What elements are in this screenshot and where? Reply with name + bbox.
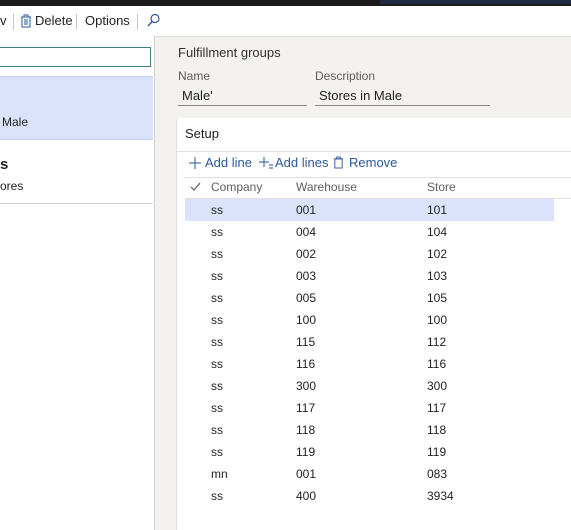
cell-company[interactable]: ss bbox=[211, 203, 223, 217]
toolbar-separator bbox=[137, 14, 138, 30]
action-pane: v Delete Options bbox=[0, 6, 571, 37]
cell-company[interactable]: ss bbox=[211, 225, 223, 239]
cell-company[interactable]: ss bbox=[211, 445, 223, 459]
add-line-label: Add line bbox=[205, 155, 252, 170]
delete-label: Delete bbox=[35, 13, 73, 28]
list-item-subtitle: ores bbox=[0, 179, 24, 193]
cell-store[interactable]: 117 bbox=[427, 401, 446, 415]
table-row[interactable]: ss 115 112 bbox=[185, 331, 554, 353]
table-row[interactable]: ss 119 119 bbox=[185, 441, 554, 463]
description-label: Description bbox=[315, 69, 376, 83]
grid-header: Company Warehouse Store bbox=[185, 177, 571, 199]
cell-warehouse[interactable]: 400 bbox=[296, 489, 316, 503]
list-filter-input[interactable] bbox=[0, 47, 151, 67]
cell-store[interactable]: 103 bbox=[427, 269, 447, 283]
trash-icon bbox=[333, 156, 344, 169]
list-item-title: s bbox=[0, 156, 9, 173]
cell-warehouse[interactable]: 005 bbox=[296, 291, 316, 305]
cell-warehouse[interactable]: 001 bbox=[296, 203, 316, 217]
toolbar-separator bbox=[76, 14, 77, 30]
cell-warehouse[interactable]: 001 bbox=[296, 467, 316, 481]
table-row[interactable]: mn 001 083 bbox=[185, 463, 554, 485]
trash-icon bbox=[20, 14, 32, 28]
cell-warehouse[interactable]: 100 bbox=[296, 313, 316, 327]
description-field[interactable]: Stores in Male bbox=[315, 85, 490, 106]
cell-company[interactable]: mn bbox=[211, 467, 228, 481]
column-header-company[interactable]: Company bbox=[211, 180, 262, 194]
cell-company[interactable]: ss bbox=[211, 269, 223, 283]
table-row[interactable]: ss 003 103 bbox=[185, 265, 554, 287]
table-row[interactable]: ss 002 102 bbox=[185, 243, 554, 265]
section-title: Fulfillment groups bbox=[178, 45, 281, 60]
cell-warehouse[interactable]: 002 bbox=[296, 247, 316, 261]
cell-company[interactable]: ss bbox=[211, 401, 223, 415]
name-field[interactable]: Male' bbox=[178, 85, 307, 106]
checkmark-icon[interactable] bbox=[190, 182, 201, 192]
cell-store[interactable]: 3934 bbox=[427, 489, 454, 503]
cell-company[interactable]: ss bbox=[211, 313, 223, 327]
table-row[interactable]: ss 300 300 bbox=[185, 375, 554, 397]
table-row[interactable]: ss 001 101 bbox=[185, 199, 554, 221]
cell-store[interactable]: 083 bbox=[427, 467, 447, 481]
cell-store[interactable]: 112 bbox=[427, 335, 446, 349]
table-row[interactable]: ss 400 3934 bbox=[185, 485, 554, 507]
list-item[interactable]: s ores bbox=[0, 140, 153, 204]
cell-company[interactable]: ss bbox=[211, 247, 223, 261]
list-item-line: Male bbox=[2, 115, 29, 129]
cell-warehouse[interactable]: 004 bbox=[296, 225, 316, 239]
cell-company[interactable]: ss bbox=[211, 379, 223, 393]
toolbar-separator bbox=[13, 14, 14, 30]
setup-fasttab: Setup Add line Add lines Remove Company bbox=[176, 118, 571, 530]
table-row[interactable]: ss 118 118 bbox=[185, 419, 554, 441]
cell-warehouse[interactable]: 300 bbox=[296, 379, 316, 393]
cell-warehouse[interactable]: 119 bbox=[296, 445, 315, 459]
column-header-warehouse[interactable]: Warehouse bbox=[296, 180, 357, 194]
details-pane: Fulfillment groups Name Male' Descriptio… bbox=[155, 36, 571, 530]
setup-title[interactable]: Setup bbox=[185, 126, 219, 141]
table-row[interactable]: ss 117 117 bbox=[185, 397, 554, 419]
cell-store[interactable]: 101 bbox=[427, 203, 447, 217]
top-accent bbox=[380, 0, 571, 4]
cell-warehouse[interactable]: 118 bbox=[296, 423, 315, 437]
cell-store[interactable]: 118 bbox=[427, 423, 446, 437]
cell-warehouse[interactable]: 117 bbox=[296, 401, 315, 415]
options-button[interactable]: Options bbox=[85, 6, 130, 36]
cell-store[interactable]: 105 bbox=[427, 291, 447, 305]
cell-warehouse[interactable]: 003 bbox=[296, 269, 316, 283]
table-row[interactable]: ss 100 100 bbox=[185, 309, 554, 331]
add-lines-label: Add lines bbox=[275, 155, 329, 170]
add-lines-icon bbox=[259, 157, 273, 169]
table-row[interactable]: ss 116 116 bbox=[185, 353, 554, 375]
cell-company[interactable]: ss bbox=[211, 489, 223, 503]
toolbar-partial-button[interactable]: v bbox=[0, 6, 7, 36]
cell-store[interactable]: 100 bbox=[427, 313, 447, 327]
table-row[interactable]: ss 005 105 bbox=[185, 287, 554, 309]
cell-store[interactable]: 102 bbox=[427, 247, 447, 261]
cell-warehouse[interactable]: 115 bbox=[296, 335, 315, 349]
table-row[interactable]: ss 004 104 bbox=[185, 221, 554, 243]
cell-company[interactable]: ss bbox=[211, 357, 223, 371]
cell-store[interactable]: 116 bbox=[427, 357, 446, 371]
cell-company[interactable]: ss bbox=[211, 423, 223, 437]
column-header-store[interactable]: Store bbox=[427, 180, 456, 194]
list-item-selected[interactable]: Male bbox=[0, 76, 153, 140]
cell-store[interactable]: 104 bbox=[427, 225, 447, 239]
list-pane: Male s ores bbox=[0, 36, 155, 530]
name-label: Name bbox=[178, 69, 211, 83]
cell-company[interactable]: ss bbox=[211, 291, 223, 305]
cell-store[interactable]: 119 bbox=[427, 445, 446, 459]
divider bbox=[177, 151, 571, 152]
cell-company[interactable]: ss bbox=[211, 335, 223, 349]
remove-label: Remove bbox=[349, 155, 398, 170]
cell-warehouse[interactable]: 116 bbox=[296, 357, 315, 371]
search-icon[interactable] bbox=[147, 13, 161, 29]
plus-icon bbox=[189, 157, 201, 169]
cell-store[interactable]: 300 bbox=[427, 379, 447, 393]
